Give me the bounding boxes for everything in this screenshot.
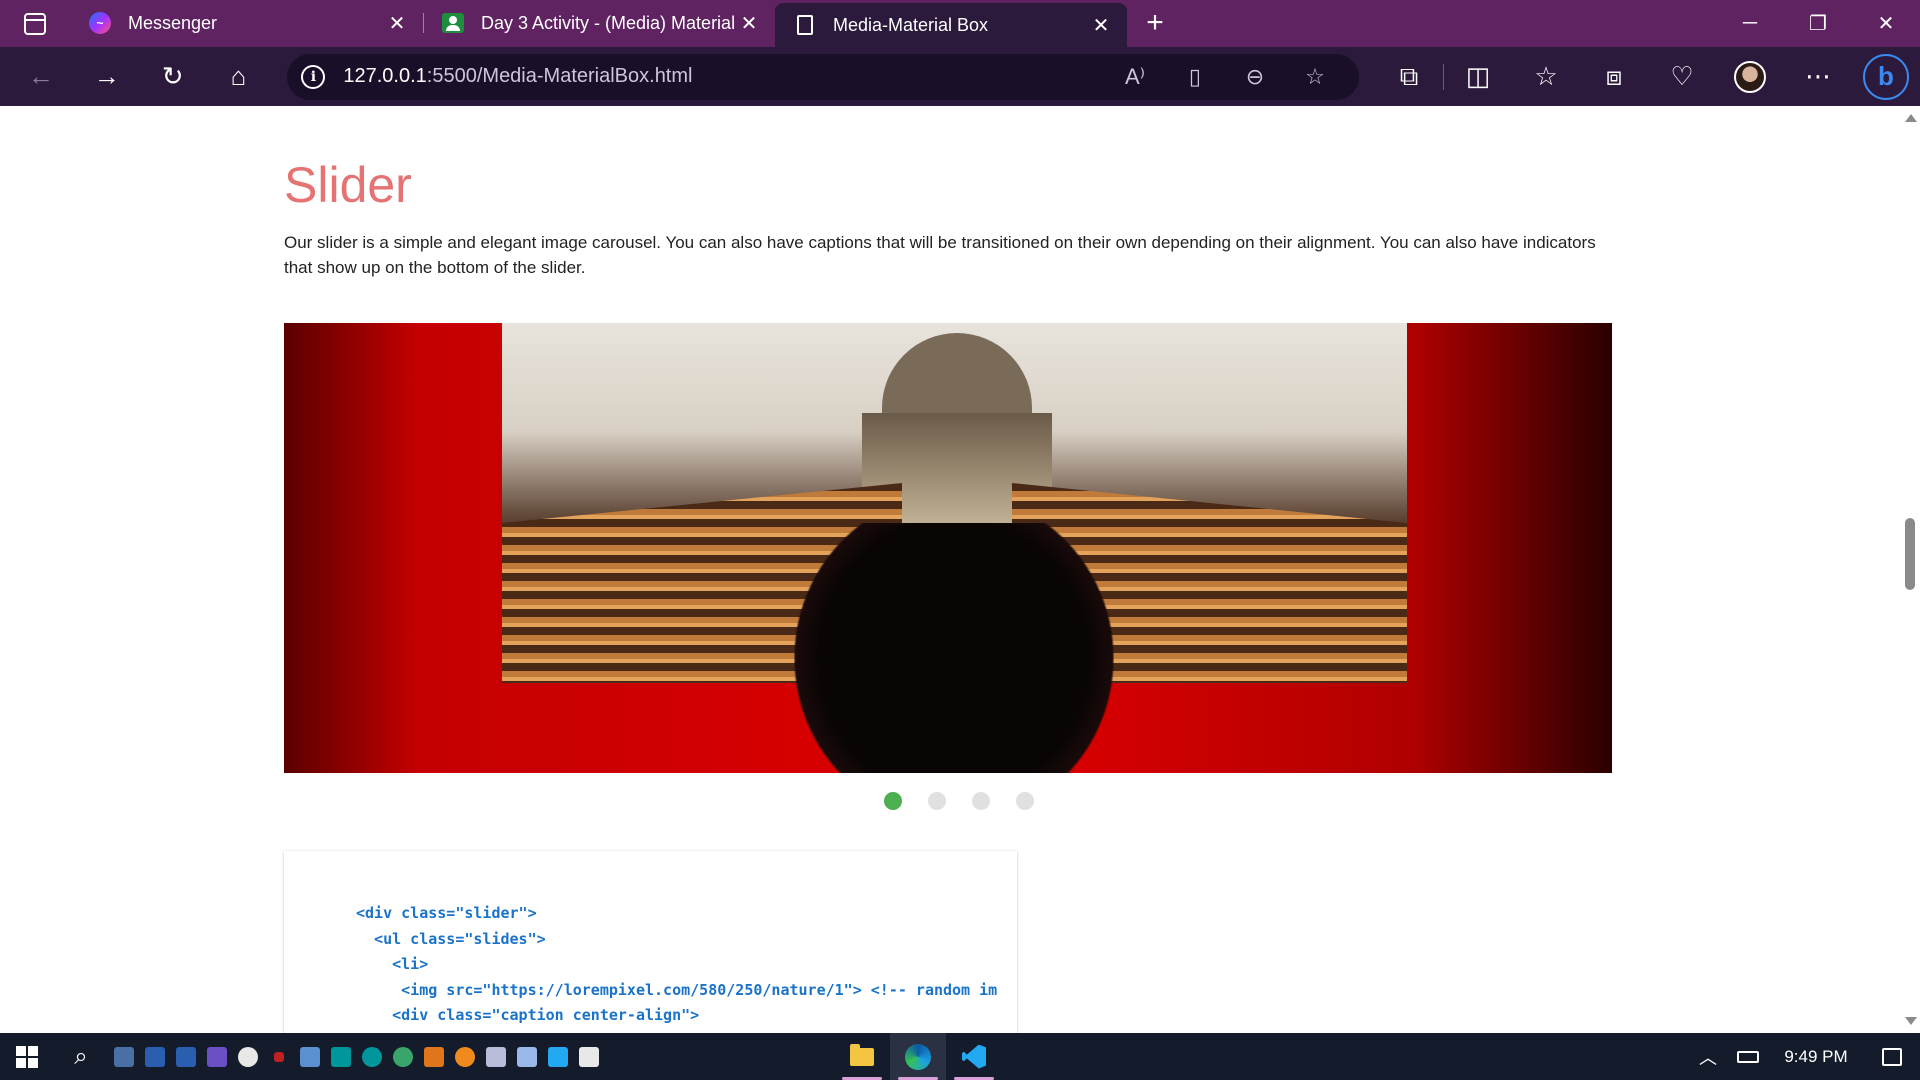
taskbar-app-12[interactable]	[449, 1033, 480, 1080]
scroll-down-arrow[interactable]	[1905, 1017, 1917, 1025]
split-screen-icon[interactable]: ◫	[1444, 47, 1512, 106]
window-controls: ─ ❐ ✕	[1716, 0, 1920, 47]
site-info-icon[interactable]: i	[301, 64, 326, 89]
windows-icon	[16, 1045, 38, 1068]
avatar	[1733, 60, 1766, 93]
folder-icon	[850, 1043, 874, 1066]
bing-icon: b	[1862, 53, 1909, 100]
browser-toolbar: ← → ↻ ⌂ i 127.0.0.1:5500/Media-MaterialB…	[0, 47, 1920, 106]
code-example-card: <div class="slider"> <ul class="slides">…	[284, 851, 1017, 1033]
extensions-icon[interactable]: ⧉	[1375, 47, 1443, 106]
refresh-button[interactable]: ↻	[140, 47, 206, 106]
read-aloud-icon[interactable]: A⁾	[1105, 64, 1165, 90]
tab-messenger[interactable]: ~ Messenger ✕	[70, 3, 423, 43]
collections-icon[interactable]: ⧈	[1580, 47, 1648, 106]
messenger-icon: ~	[88, 11, 112, 35]
image-slider[interactable]	[284, 323, 1612, 773]
taskbar-app-7[interactable]	[294, 1033, 325, 1080]
browser-tab-bar: ~ Messenger ✕ Day 3 Activity - (Media) M…	[0, 0, 1920, 47]
code-line: <ul class="slides">	[356, 929, 546, 948]
edge-taskbar-button[interactable]	[890, 1033, 946, 1080]
bing-copilot-button[interactable]: b	[1852, 47, 1920, 106]
url-text[interactable]: 127.0.0.1:5500/Media-MaterialBox.html	[343, 65, 1105, 88]
taskbar-app-6[interactable]	[263, 1033, 294, 1080]
clock[interactable]: 9:49 PM	[1768, 1047, 1864, 1067]
tab-media-material-box[interactable]: Media-Material Box ✕	[775, 3, 1127, 47]
taskbar-app-13[interactable]	[480, 1033, 511, 1080]
taskbar-app-16[interactable]	[573, 1033, 604, 1080]
taskbar-app-14[interactable]	[511, 1033, 542, 1080]
arduino-icon[interactable]	[325, 1033, 356, 1080]
system-tray: ︿ 9:49 PM	[1688, 1033, 1920, 1080]
taskbar-app-5[interactable]	[232, 1033, 263, 1080]
indicator-dot-3[interactable]	[972, 792, 990, 810]
file-explorer-button[interactable]	[834, 1033, 890, 1080]
immersive-reader-icon[interactable]: ▯	[1165, 64, 1225, 90]
document-icon	[793, 13, 817, 37]
url-path: :5500/Media-MaterialBox.html	[426, 65, 693, 87]
page-scrollbar[interactable]	[1900, 106, 1920, 1033]
restore-button[interactable]: ❐	[1784, 0, 1852, 47]
windows-taskbar: ⌕ ︿ 9:49 PM	[0, 1033, 1920, 1080]
favorites-icon[interactable]: ☆	[1512, 47, 1580, 106]
taskbar-app-1[interactable]	[108, 1033, 139, 1080]
tab-actions-button[interactable]	[0, 0, 70, 47]
forward-button[interactable]: →	[74, 47, 140, 106]
matlab-icon[interactable]	[418, 1033, 449, 1080]
page-viewport: Slider Our slider is a simple and elegan…	[0, 106, 1900, 1033]
vscode-small-icon[interactable]	[542, 1033, 573, 1080]
performance-icon[interactable]: ♡	[1648, 47, 1716, 106]
indicator-dot-4[interactable]	[1016, 792, 1034, 810]
tab-close-icon[interactable]: ✕	[737, 11, 761, 35]
tab-title: Messenger	[128, 12, 218, 33]
page-heading: Slider	[284, 157, 412, 213]
code-block: <div class="slider"> <ul class="slides">…	[356, 901, 997, 1029]
zoom-icon[interactable]: ⊖	[1225, 64, 1285, 90]
festo-app-icon-2[interactable]	[170, 1033, 201, 1080]
start-button[interactable]	[0, 1033, 54, 1080]
new-tab-button[interactable]: +	[1133, 3, 1177, 43]
minimize-button[interactable]: ─	[1716, 0, 1784, 47]
favorite-star-icon[interactable]: ☆	[1285, 64, 1345, 90]
url-host: 127.0.0.1	[343, 65, 427, 87]
close-window-button[interactable]: ✕	[1852, 0, 1920, 47]
vscode-taskbar-button[interactable]	[946, 1033, 1002, 1080]
notifications-icon[interactable]	[1864, 1033, 1920, 1080]
profile-button[interactable]	[1716, 47, 1784, 106]
tab-title: Media-Material Box	[833, 14, 989, 35]
home-button[interactable]: ⌂	[206, 47, 272, 106]
arduino-icon-2[interactable]	[356, 1033, 387, 1080]
toolbar-right: ⧉ ◫ ☆ ⧈ ♡ ⋯ b	[1375, 47, 1920, 106]
slider-description: Our slider is a simple and elegant image…	[284, 233, 1596, 277]
indicator-dot-1[interactable]	[884, 792, 902, 810]
code-line: <img src="https://lorempixel.com/580/250…	[356, 980, 998, 999]
tab-close-icon[interactable]: ✕	[385, 11, 409, 35]
code-line: <div class="caption center-align">	[356, 1006, 700, 1024]
battery-icon[interactable]	[1728, 1050, 1768, 1063]
indicator-dot-2[interactable]	[928, 792, 946, 810]
taskbar-app-4[interactable]	[201, 1033, 232, 1080]
code-line: <li>	[356, 955, 429, 973]
tab-actions-icon	[24, 12, 46, 35]
scroll-thumb[interactable]	[1905, 518, 1915, 590]
address-bar[interactable]: i 127.0.0.1:5500/Media-MaterialBox.html …	[287, 53, 1359, 100]
tab-close-icon[interactable]: ✕	[1089, 13, 1113, 37]
code-line: <div class="slider">	[356, 904, 537, 922]
vscode-icon	[962, 1044, 986, 1069]
festo-app-icon[interactable]	[139, 1033, 170, 1080]
scroll-up-arrow[interactable]	[1905, 114, 1917, 122]
search-button[interactable]: ⌕	[54, 1033, 108, 1080]
tab-day3-activity[interactable]: Day 3 Activity - (Media) Material ✕	[423, 3, 775, 43]
tab-title: Day 3 Activity - (Media) Material	[481, 12, 736, 33]
back-button[interactable]: ←	[8, 47, 74, 106]
person-silhouette	[794, 523, 1114, 773]
more-options-icon[interactable]: ⋯	[1784, 47, 1852, 106]
show-hidden-icons-button[interactable]: ︿	[1688, 1044, 1728, 1070]
google-classroom-icon	[441, 11, 465, 35]
edge-icon	[905, 1043, 931, 1070]
taskbar-app-10[interactable]	[387, 1033, 418, 1080]
